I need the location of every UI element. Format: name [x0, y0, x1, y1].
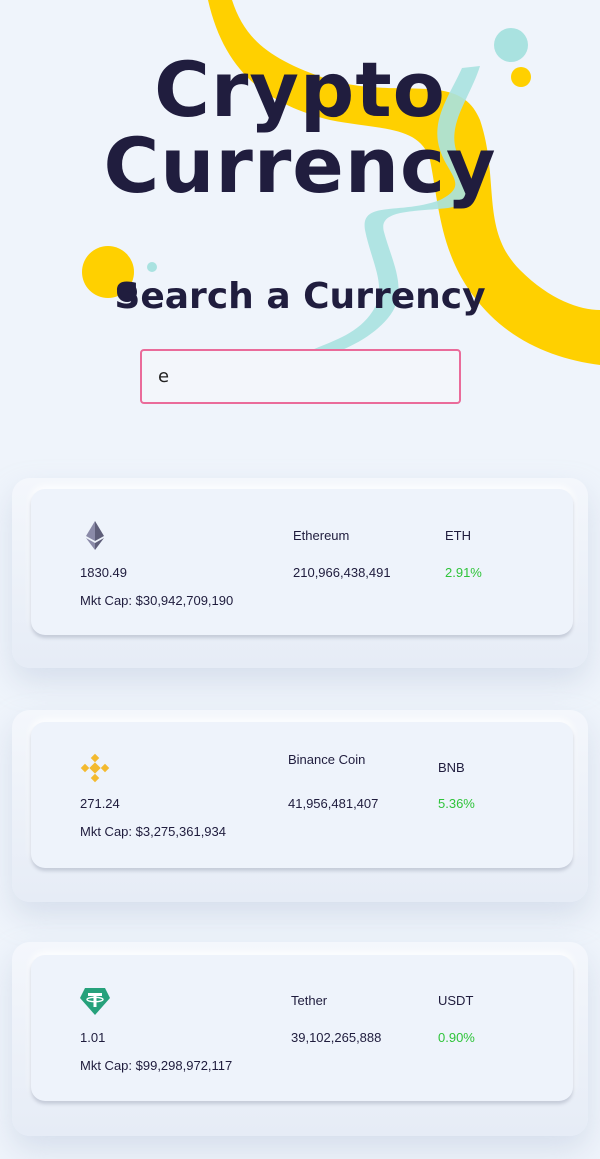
coin-price: 271.24 [80, 796, 120, 811]
decor-circle-teal-small [147, 262, 157, 272]
coin-symbol: USDT [438, 993, 474, 1008]
ethereum-icon [86, 521, 104, 550]
coin-card-tether[interactable]: Tether USDT 1.01 39,102,265,888 0.90% Mk… [31, 955, 573, 1101]
coin-name: Binance Coin [288, 752, 366, 767]
coin-change: 0.90% [438, 1030, 475, 1045]
coin-card-ethereum[interactable]: Ethereum ETH 1830.49 210,966,438,491 2.9… [31, 489, 573, 635]
coin-volume: 41,956,481,407 [288, 796, 379, 811]
coin-market-cap: Mkt Cap: $30,942,709,190 [80, 593, 234, 608]
binance-coin-icon [80, 753, 110, 783]
coin-name: Tether [291, 993, 328, 1008]
coin-card-binance-coin[interactable]: Binance Coin BNB 271.24 41,956,481,407 5… [31, 722, 573, 868]
tether-icon [80, 988, 110, 1015]
coin-name: Ethereum [293, 528, 350, 543]
coin-market-cap: Mkt Cap: $3,275,361,934 [80, 824, 226, 839]
coin-volume: 39,102,265,888 [291, 1030, 382, 1045]
coin-price: 1830.49 [80, 565, 127, 580]
coin-symbol: BNB [438, 760, 465, 775]
title-line-2: Currency [103, 121, 497, 210]
coin-price: 1.01 [80, 1030, 106, 1045]
page-title: Crypto Currency [0, 52, 600, 204]
coin-symbol: ETH [445, 528, 471, 543]
title-line-1: Crypto [154, 45, 446, 134]
search-input[interactable] [140, 349, 461, 404]
page: Crypto Currency Search a Currency Ethere… [0, 0, 600, 1159]
coin-change: 2.91% [445, 565, 482, 580]
coin-volume: 210,966,438,491 [293, 565, 391, 580]
coin-market-cap: Mkt Cap: $99,298,972,117 [80, 1058, 233, 1073]
coin-change: 5.36% [438, 796, 475, 811]
search-heading: Search a Currency [114, 276, 486, 317]
